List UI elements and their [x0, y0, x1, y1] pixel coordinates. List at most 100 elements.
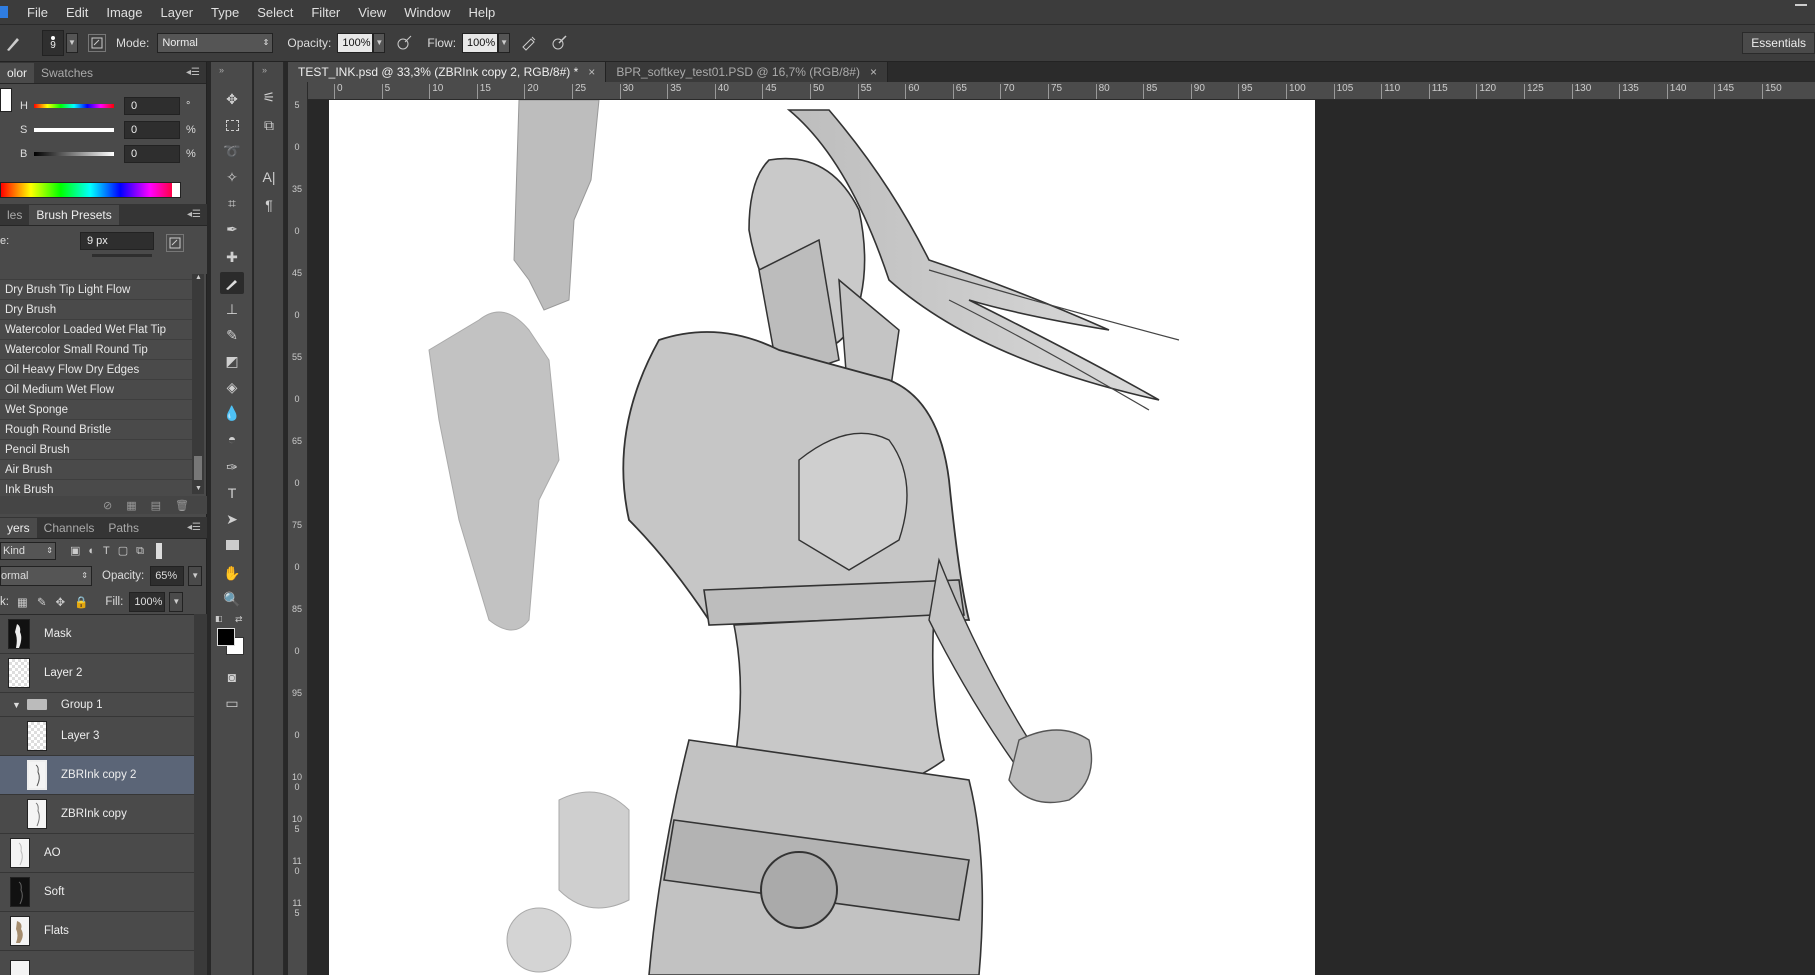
- grid-view-icon[interactable]: ▦: [126, 499, 136, 512]
- brush-list-scrollbar[interactable]: ▲ ▼: [192, 274, 204, 494]
- tab-swatches[interactable]: Swatches: [34, 63, 100, 83]
- brightness-slider[interactable]: [34, 152, 114, 156]
- menu-file[interactable]: File: [18, 0, 57, 25]
- color-spectrum-ramp[interactable]: [0, 182, 181, 198]
- filter-toggle[interactable]: [156, 543, 163, 559]
- tab-brush-styles[interactable]: les: [0, 205, 29, 225]
- workspace-switcher[interactable]: Essentials: [1742, 32, 1815, 54]
- layer-row-zbrink-copy[interactable]: ZBRInk copy: [0, 795, 194, 834]
- brush-size-picker[interactable]: 9: [42, 30, 64, 56]
- scroll-thumb[interactable]: [194, 456, 202, 480]
- move-tool-icon[interactable]: ✥: [220, 88, 244, 110]
- list-item[interactable]: Rough Round Bristle: [0, 420, 192, 440]
- screen-mode-icon[interactable]: ▭: [220, 692, 244, 714]
- menu-window[interactable]: Window: [395, 0, 459, 25]
- paint-bucket-tool-icon[interactable]: ◈: [220, 376, 244, 398]
- brush-size-dropdown[interactable]: ▼: [66, 33, 78, 53]
- quick-mask-icon[interactable]: ◙: [220, 666, 244, 688]
- layer-row-zbrink-copy-2[interactable]: ZBRInk copy 2: [0, 756, 194, 795]
- tab-document-test-ink[interactable]: TEST_INK.psd @ 33,3% (ZBRInk copy 2, RGB…: [288, 62, 607, 82]
- scroll-down-icon[interactable]: ▼: [195, 485, 202, 492]
- document-canvas[interactable]: [329, 100, 1315, 975]
- layer-filter-icons[interactable]: ▣◐T▢⧉: [70, 544, 152, 558]
- opacity-dropdown[interactable]: ▼: [373, 33, 386, 53]
- marquee-tool-icon[interactable]: [220, 114, 244, 136]
- menu-filter[interactable]: Filter: [302, 0, 349, 25]
- dodge-tool-icon[interactable]: ◓: [220, 428, 244, 450]
- toggle-brush-panel-icon[interactable]: ⊘: [103, 499, 112, 512]
- pressure-opacity-icon[interactable]: [395, 35, 413, 51]
- crop-tool-icon[interactable]: ⌗: [220, 192, 244, 214]
- list-item[interactable]: Air Brush: [0, 460, 192, 480]
- layer-row-flats[interactable]: Flats: [0, 912, 194, 951]
- menu-select[interactable]: Select: [248, 0, 302, 25]
- layer-row-soft[interactable]: Soft: [0, 873, 194, 912]
- list-item[interactable]: Ink Brush: [0, 480, 192, 494]
- brush-panel-toggle-icon[interactable]: [88, 34, 106, 52]
- minimize-icon[interactable]: [1795, 4, 1807, 6]
- swap-colors-icon[interactable]: ⇄: [235, 614, 243, 625]
- list-item[interactable]: Oil Medium Wet Flow: [0, 380, 192, 400]
- close-icon[interactable]: ×: [588, 65, 595, 79]
- panel-menu-icon[interactable]: ◂☰: [187, 522, 201, 533]
- scroll-up-icon[interactable]: ▲: [195, 274, 202, 281]
- magic-wand-tool-icon[interactable]: ✧: [220, 166, 244, 188]
- layer-row-ao[interactable]: AO: [0, 834, 194, 873]
- brush-size-input[interactable]: 9 px: [80, 232, 154, 250]
- foreground-color-swatch[interactable]: [0, 88, 12, 112]
- path-selection-tool-icon[interactable]: ➤: [220, 508, 244, 530]
- tab-document-bpr-softkey[interactable]: BPR_softkey_test01.PSD @ 16,7% (RGB/8#) ×: [606, 62, 888, 82]
- list-item[interactable]: Wet Sponge: [0, 400, 192, 420]
- blur-tool-icon[interactable]: 💧: [220, 402, 244, 424]
- healing-brush-tool-icon[interactable]: ✚: [220, 246, 244, 268]
- flow-dropdown[interactable]: ▼: [498, 33, 511, 53]
- menu-help[interactable]: Help: [459, 0, 504, 25]
- list-item[interactable]: Dry Brush: [0, 300, 192, 320]
- menu-type[interactable]: Type: [202, 0, 248, 25]
- layer-list-scrollbar[interactable]: [194, 614, 207, 975]
- new-preset-icon[interactable]: ▤: [151, 499, 161, 512]
- layer-opacity-input[interactable]: 65%: [150, 566, 185, 586]
- panel-menu-icon[interactable]: ◂☰: [186, 67, 200, 78]
- pen-tool-icon[interactable]: ✑: [220, 456, 244, 478]
- eyedropper-tool-icon[interactable]: ✒: [220, 218, 244, 240]
- paragraph-panel-icon[interactable]: ¶: [257, 194, 281, 216]
- hue-input[interactable]: 0: [124, 97, 180, 115]
- pressure-size-icon[interactable]: [550, 35, 568, 51]
- type-tool-icon[interactable]: T: [220, 482, 244, 504]
- menu-image[interactable]: Image: [97, 0, 151, 25]
- tab-color[interactable]: olor: [0, 63, 35, 83]
- list-item[interactable]: Watercolor Small Round Tip: [0, 340, 192, 360]
- list-item[interactable]: Dry Brush Tip Light Flow: [0, 280, 192, 300]
- list-item[interactable]: Pencil Brush: [0, 440, 192, 460]
- kind-filter-select[interactable]: Kind ⇕: [0, 542, 56, 560]
- panel-menu-icon[interactable]: ◂☰: [187, 209, 201, 220]
- horizontal-ruler[interactable]: 0 5 10 15 20 25 30 35 40 45 50 55 60 65 70 75 80 85 90 95 10…: [308, 82, 1815, 100]
- eraser-tool-icon[interactable]: ◩: [220, 350, 244, 372]
- flow-input[interactable]: 100%: [462, 33, 499, 53]
- airbrush-icon[interactable]: [520, 35, 538, 51]
- foreground-color[interactable]: [217, 628, 235, 646]
- brush-tool-icon[interactable]: [220, 272, 244, 294]
- saturation-input[interactable]: 0: [124, 121, 180, 139]
- hand-tool-icon[interactable]: ✋: [220, 562, 244, 584]
- layer-row-background[interactable]: [0, 951, 194, 975]
- list-item[interactable]: Watercolor Loaded Wet Flat Tip: [0, 320, 192, 340]
- zoom-tool-icon[interactable]: 🔍: [220, 588, 244, 610]
- opacity-input[interactable]: 100%: [337, 33, 374, 53]
- list-item[interactable]: Oil Heavy Flow Dry Edges: [0, 360, 192, 380]
- brush-tool-preset-icon[interactable]: [4, 34, 24, 52]
- rectangle-tool-icon[interactable]: [220, 534, 244, 556]
- hue-slider[interactable]: [34, 104, 114, 108]
- lock-icons[interactable]: ▦✎✥🔒: [17, 595, 97, 609]
- close-icon[interactable]: ×: [870, 65, 877, 79]
- tab-channels[interactable]: Channels: [37, 518, 102, 538]
- clone-stamp-tool-icon[interactable]: ⊥: [220, 298, 244, 320]
- brush-size-slider[interactable]: [92, 254, 152, 257]
- default-colors-icon[interactable]: ◧: [215, 614, 223, 623]
- vertical-ruler[interactable]: 5 0 35 0 45 0 55 0 65 0 75 0 85 0 95 0 100 105 110 115: [288, 82, 308, 975]
- saturation-slider[interactable]: [34, 128, 114, 132]
- layer-row-group-1[interactable]: ▼ Group 1: [0, 693, 194, 717]
- fill-dropdown[interactable]: ▼: [169, 592, 184, 612]
- fill-input[interactable]: 100%: [129, 592, 166, 612]
